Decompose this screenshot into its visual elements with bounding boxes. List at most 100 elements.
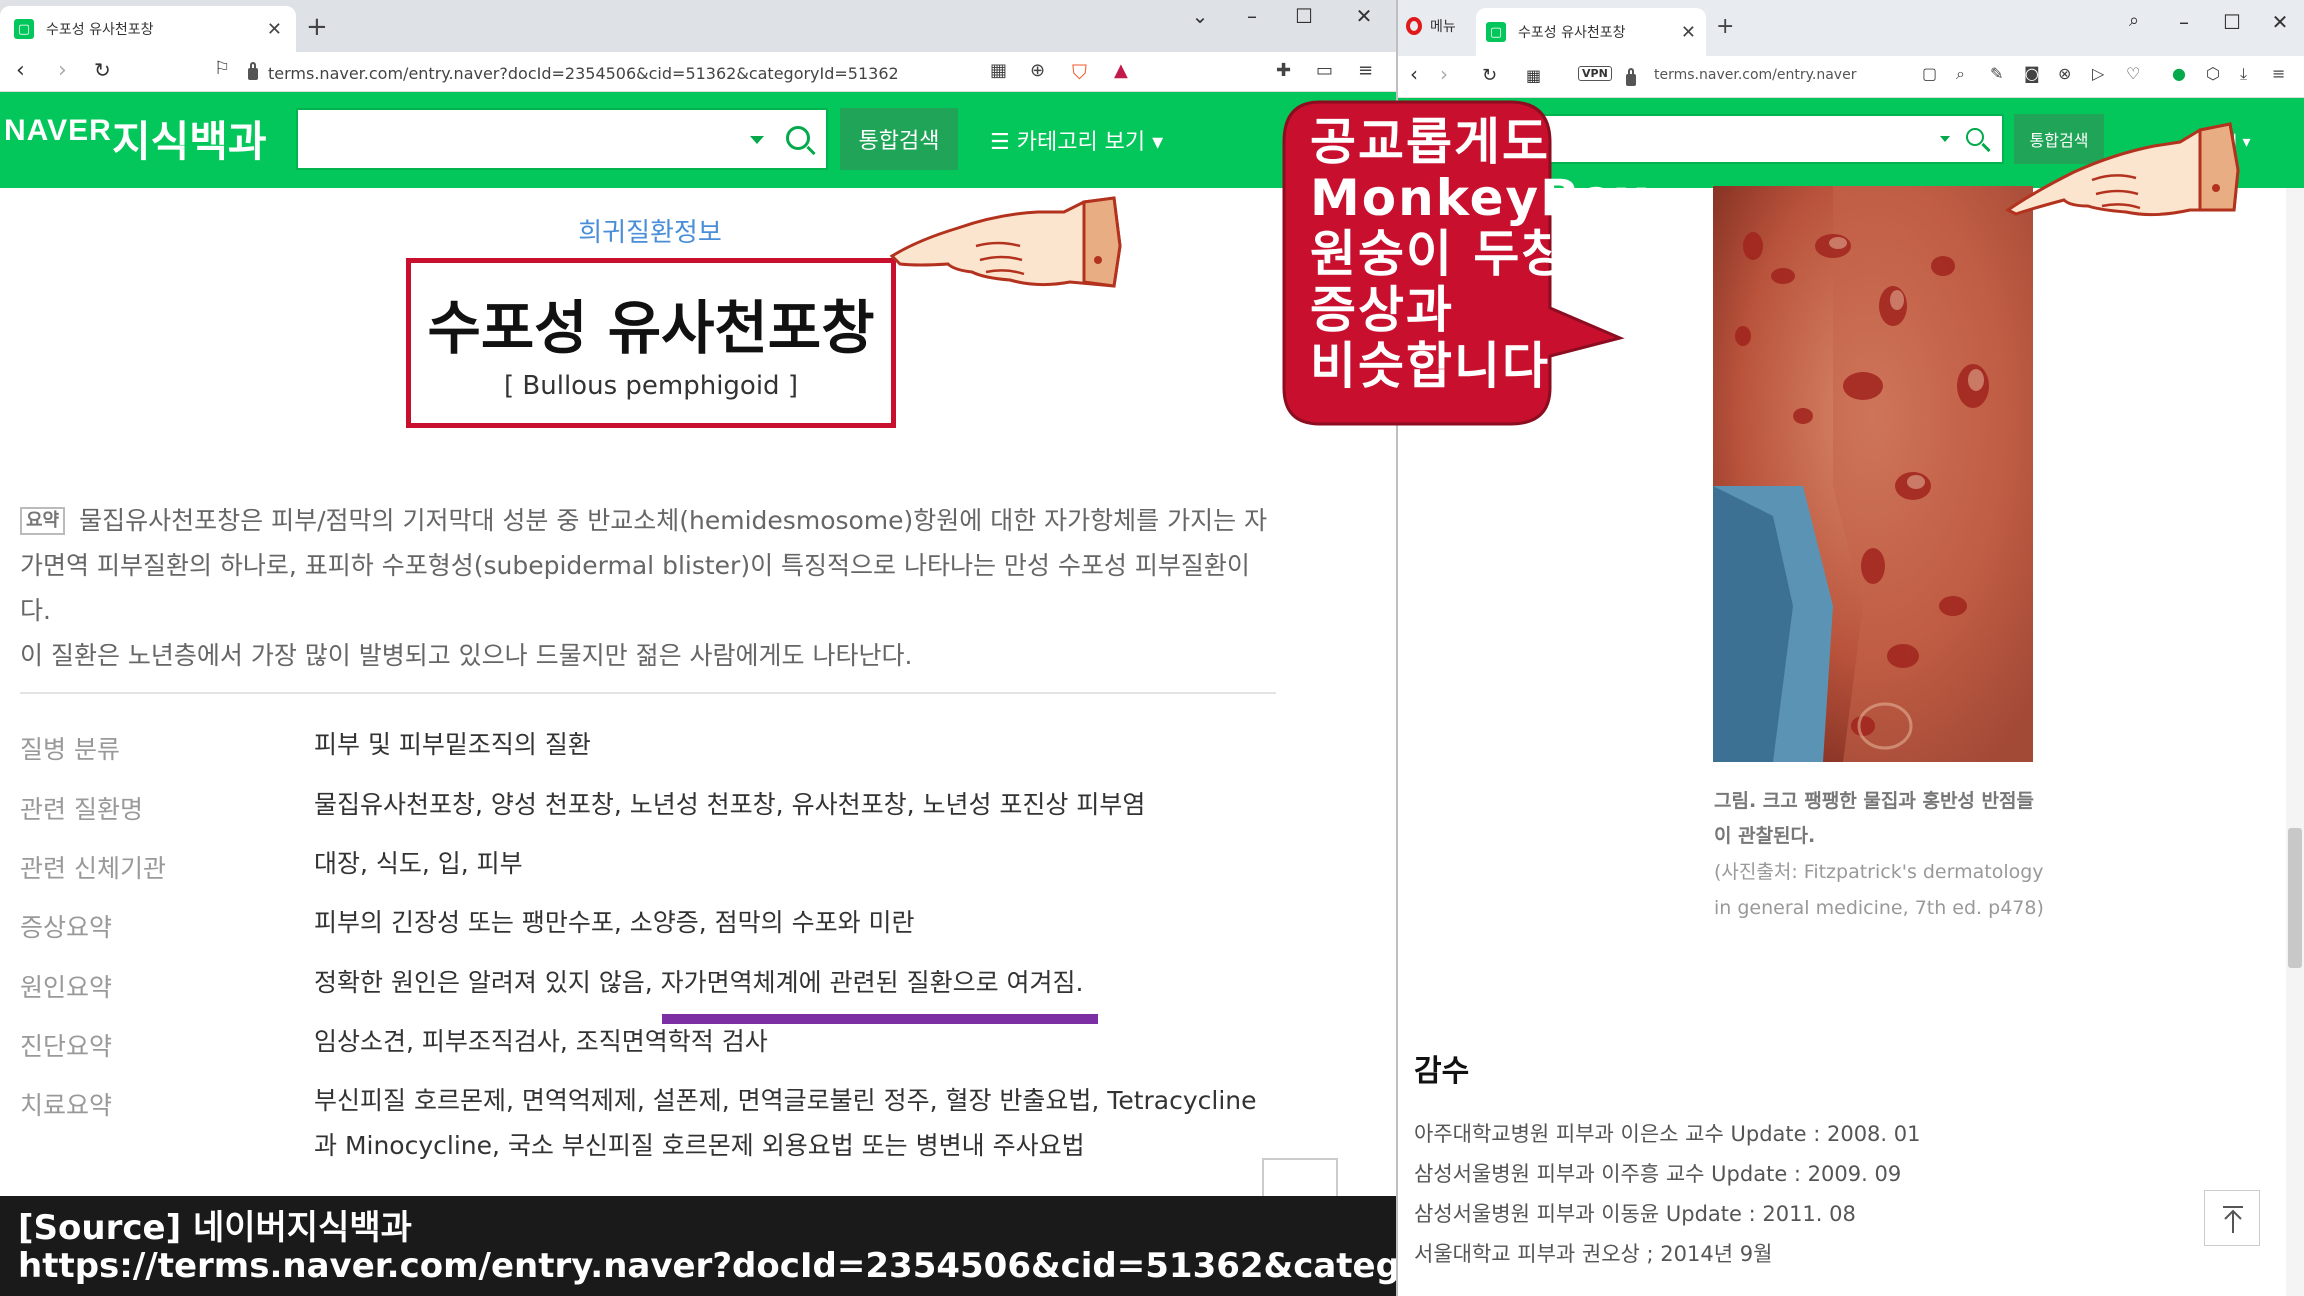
category-view-button[interactable]: ☰ 카테고리 보기 ▾	[990, 124, 1163, 156]
zoom-icon[interactable]: ⊕	[1030, 60, 1045, 81]
naver-header: NAVER 지식백과 통합검색 ☰ 카테고리 보기 ▾	[0, 92, 1396, 188]
brave-shield-icon[interactable]: ⛉	[1072, 60, 1087, 84]
supervision-heading: 감수	[1414, 1054, 1470, 1089]
chevron-down-icon[interactable]	[1940, 136, 1950, 142]
callout-text: 공교롭게도 MonkeyPox 원숭이 두창 증상과 비슷합니다.	[1310, 113, 1650, 395]
lock-icon	[1626, 68, 1636, 86]
extensions-icon[interactable]: ✚	[1276, 60, 1291, 81]
source-caption-bar: [Source] 네이버지식백과 https://terms.naver.com…	[0, 1196, 1398, 1296]
supervision-line: 아주대학교병원 피부과 이은소 교수 Update : 2008. 01	[1414, 1122, 1921, 1146]
image-credit: (사진출처: Fitzpatrick's dermatology in gene…	[1714, 861, 2044, 919]
forward-icon[interactable]: ›	[58, 58, 67, 83]
address-field[interactable]: terms.naver.com/entry.naver?docId=235450…	[248, 58, 988, 88]
info-value: 부신피질 호르몬제, 면역억제제, 설폰제, 면역글로불린 정주, 혈장 반출요…	[314, 1086, 1257, 1160]
scrollbar[interactable]	[2286, 188, 2304, 1296]
opera-menu-button[interactable]: 메뉴	[1406, 16, 1456, 36]
menu-icon[interactable]: ≡	[2272, 64, 2285, 83]
search-icon[interactable]	[786, 126, 810, 150]
chevron-down-icon[interactable]	[750, 136, 764, 144]
wallet-icon[interactable]: ▭	[1316, 60, 1333, 81]
blister-photo[interactable]	[1713, 186, 2033, 762]
info-key: 증상요약	[20, 913, 113, 942]
info-value: 대장, 식도, 입, 피부	[314, 849, 523, 878]
list-icon: ☰	[990, 130, 1017, 155]
arrow-up-icon	[2223, 1206, 2243, 1233]
supervision-line: 서울대학교 피부과 권오상 ; 2014년 9월	[1414, 1242, 1773, 1266]
menu-label: 메뉴	[1430, 19, 1456, 35]
info-key: 진단요약	[20, 1032, 113, 1061]
browser-tab[interactable]: ▢ 수포성 유사천포창 ✕	[1476, 8, 1706, 56]
info-value: 피부 및 피부밑조직의 질환	[314, 730, 591, 759]
supervision-line: 삼성서울병원 피부과 이동윤 Update : 2011. 08	[1414, 1202, 1856, 1226]
heart-icon[interactable]: ♡	[2126, 64, 2140, 83]
article-content: 희귀질환정보 수포성 유사천포창 [ Bullous pemphigoid ] …	[0, 188, 1396, 1188]
tab-strip: 메뉴 ▢ 수포성 유사천포창 ✕ + ⌕ – ☐ ✕	[1398, 0, 2304, 56]
edit-icon[interactable]: ✎	[1990, 64, 2003, 83]
source-label: [Source] 네이버지식백과	[18, 1208, 412, 1248]
vpn-badge[interactable]: VPN	[1578, 66, 1612, 81]
minimize-button[interactable]: –	[2164, 10, 2204, 34]
close-window-button[interactable]: ✕	[1344, 4, 1384, 28]
maximize-button[interactable]: ☐	[2212, 10, 2252, 34]
close-tab-icon[interactable]: ✕	[1681, 22, 1696, 43]
scrollbar-thumb[interactable]	[2288, 828, 2302, 968]
brave-rewards-icon[interactable]: ▲	[1114, 60, 1128, 81]
new-tab-button[interactable]: +	[306, 12, 328, 42]
info-key: 치료요약	[20, 1091, 113, 1120]
download-icon[interactable]: ⤓	[2240, 64, 2247, 84]
forward-icon[interactable]: ›	[1440, 62, 1448, 86]
account-icon[interactable]: ●	[2172, 64, 2186, 83]
chevron-down-icon: ▾	[1145, 130, 1164, 155]
adblock-icon[interactable]: ⊗	[2058, 64, 2071, 83]
send-icon[interactable]: ▷	[2092, 64, 2104, 83]
integrated-search-button[interactable]: 통합검색	[840, 108, 958, 170]
snapshot-icon[interactable]: ◙	[2024, 64, 2040, 83]
info-key: 질병 분류	[20, 735, 120, 764]
tab-search-icon[interactable]: ⌄	[1180, 4, 1220, 28]
browser-tab[interactable]: ▢ 수포성 유사천포창 ✕	[0, 6, 296, 52]
source-url: https://terms.naver.com/entry.naver?docI…	[18, 1246, 1398, 1286]
url-text: terms.naver.com/entry.naver?docId=235450…	[268, 63, 899, 83]
address-toolbar: ‹ › ↻ ▦ VPN terms.naver.com/entry.naver …	[1398, 56, 2304, 98]
search-page-icon[interactable]: ⌕	[1956, 64, 1965, 84]
naver-logo[interactable]: NAVER	[4, 114, 112, 148]
address-field[interactable]: terms.naver.com/entry.naver	[1654, 67, 1856, 83]
naver-favicon-icon: ▢	[14, 19, 34, 39]
supervision-line: 삼성서울병원 피부과 이주흥 교수 Update : 2009. 09	[1414, 1162, 1902, 1186]
tab-title: 수포성 유사천포창	[46, 22, 154, 38]
search-input[interactable]	[296, 108, 828, 170]
bookmark-icon[interactable]: ⚐	[214, 58, 230, 79]
info-key: 원인요약	[20, 973, 113, 1002]
pointing-hand-icon	[889, 196, 1122, 288]
summary-text: 요약 물집유사천포창은 피부/점막의 기저막대 성분 중 반교소체(hemides…	[20, 498, 1280, 678]
title-highlight-box: 수포성 유사천포창 [ Bullous pemphigoid ]	[406, 258, 896, 428]
reload-icon[interactable]: ↻	[1482, 65, 1497, 86]
summary-line: 가면역 피부질환의 하나로, 표피하 수포형성(subepidermal bli…	[20, 551, 1250, 625]
tab-strip: ▢ 수포성 유사천포창 ✕ + ⌄ – ☐ ✕	[0, 0, 1396, 52]
info-value: 임상소견, 피부조직검사, 조직면역학적 검사	[314, 1027, 768, 1056]
page-title: 수포성 유사천포창	[427, 294, 875, 362]
qr-icon[interactable]: ▦	[990, 60, 1007, 81]
pointing-hand-icon	[2005, 122, 2240, 217]
reader-icon[interactable]: ▢	[1922, 64, 1937, 83]
naver-favicon-icon: ▢	[1486, 22, 1506, 42]
minimize-button[interactable]: –	[1232, 4, 1272, 28]
reload-icon[interactable]: ↻	[94, 58, 111, 82]
search-tabs-icon[interactable]: ⌕	[2114, 10, 2154, 31]
search-icon[interactable]	[1966, 128, 1984, 146]
info-key: 관련 신체기관	[20, 854, 166, 883]
menu-icon[interactable]: ≡	[1358, 60, 1373, 81]
info-value: 피부의 긴장성 또는 팽만수포, 소양증, 점막의 수포와 미란	[314, 908, 915, 937]
back-icon[interactable]: ‹	[16, 58, 25, 83]
service-name[interactable]: 지식백과	[112, 108, 267, 169]
maximize-button[interactable]: ☐	[1284, 4, 1324, 28]
close-tab-icon[interactable]: ✕	[267, 19, 282, 40]
new-tab-button[interactable]: +	[1716, 14, 1734, 39]
info-value: 정확한 원인은 알려져 있지 않음, 자가면역체계에 관련된 질환으로 여겨짐.	[314, 968, 1084, 997]
close-window-button[interactable]: ✕	[2260, 10, 2300, 34]
address-toolbar: ‹ › ↻ ⚐ terms.naver.com/entry.naver?docI…	[0, 52, 1396, 92]
tabs-grid-icon[interactable]: ▦	[1526, 66, 1541, 85]
scroll-to-top-button[interactable]	[2204, 1190, 2260, 1246]
back-icon[interactable]: ‹	[1410, 62, 1418, 86]
cube-icon[interactable]: ⬡	[2206, 64, 2220, 83]
